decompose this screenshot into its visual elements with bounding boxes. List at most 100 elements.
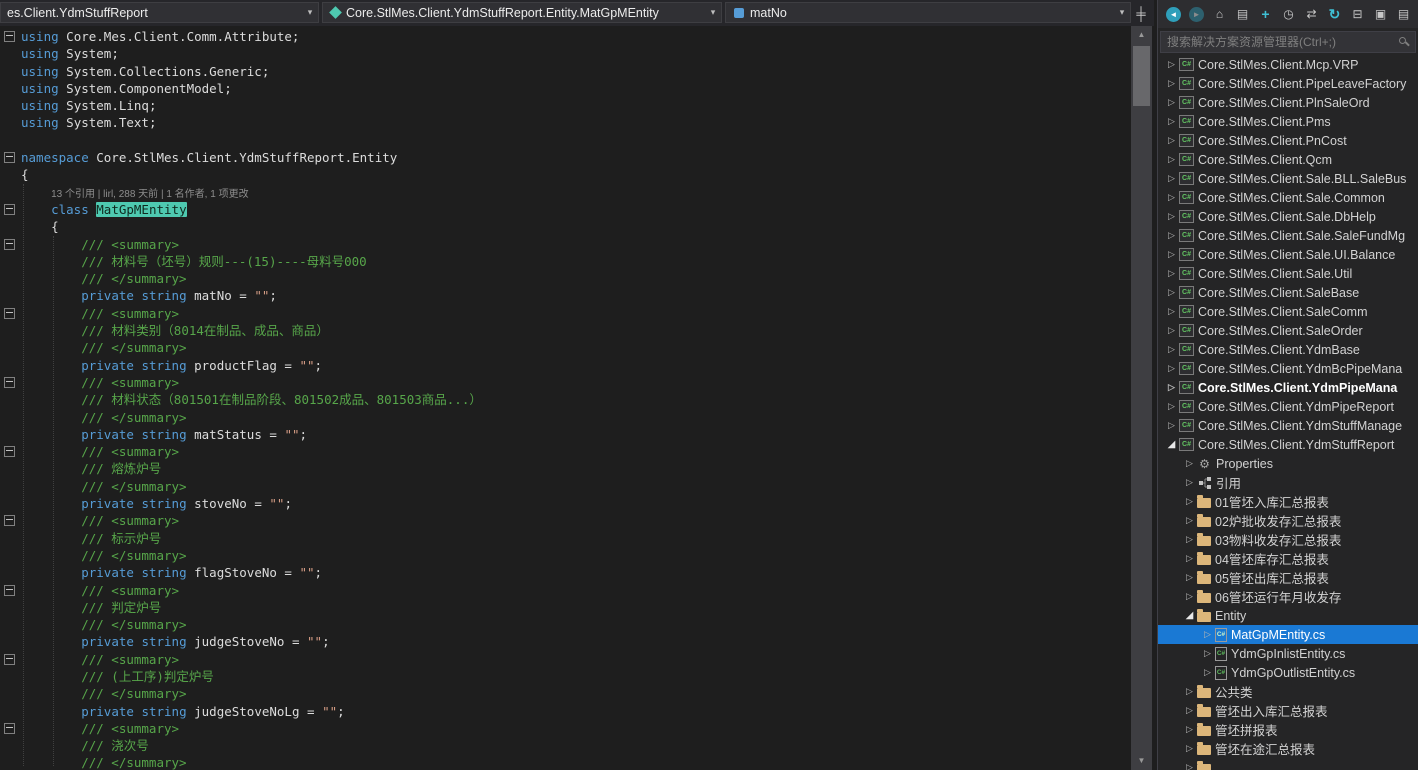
chevron-collapsed-icon[interactable]: ▷ xyxy=(1200,629,1215,640)
properties-icon[interactable]: ▤ xyxy=(1393,4,1414,24)
chevron-collapsed-icon[interactable]: ▷ xyxy=(1182,458,1197,469)
fold-collapse-icon[interactable] xyxy=(0,443,18,460)
forward-icon[interactable]: ► xyxy=(1189,7,1204,22)
tree-item-35[interactable]: ▷管坯拼报表 xyxy=(1158,720,1418,739)
tree-item-5[interactable]: ▷C#Core.StlMes.Client.Qcm xyxy=(1158,150,1418,169)
chevron-collapsed-icon[interactable]: ▷ xyxy=(1182,724,1197,735)
tree-item-7[interactable]: ▷C#Core.StlMes.Client.Sale.Common xyxy=(1158,188,1418,207)
chevron-collapsed-icon[interactable]: ▷ xyxy=(1182,553,1197,564)
tree-item-29[interactable]: ◢Entity xyxy=(1158,606,1418,625)
tree-item-30[interactable]: ▷C#MatGpMEntity.cs xyxy=(1158,625,1418,644)
fold-collapse-icon[interactable] xyxy=(0,28,18,45)
member-dropdown[interactable]: matNo ▾ xyxy=(725,2,1131,23)
chevron-collapsed-icon[interactable]: ▷ xyxy=(1182,686,1197,697)
refresh-icon[interactable]: ↻ xyxy=(1324,4,1345,24)
fold-collapse-icon[interactable] xyxy=(0,374,18,391)
show-all-files-icon[interactable]: ▣ xyxy=(1370,4,1391,24)
scrollbar-thumb[interactable] xyxy=(1133,46,1150,106)
chevron-collapsed-icon[interactable]: ▷ xyxy=(1164,344,1179,355)
tree-item-25[interactable]: ▷03物料收发存汇总报表 xyxy=(1158,530,1418,549)
tree-item-33[interactable]: ▷公共类 xyxy=(1158,682,1418,701)
tree-item-6[interactable]: ▷C#Core.StlMes.Client.Sale.BLL.SaleBus xyxy=(1158,169,1418,188)
tree-item-1[interactable]: ▷C#Core.StlMes.Client.PipeLeaveFactory xyxy=(1158,74,1418,93)
chevron-collapsed-icon[interactable]: ▷ xyxy=(1164,382,1179,393)
tree-item-27[interactable]: ▷05管坯出库汇总报表 xyxy=(1158,568,1418,587)
scroll-down-icon[interactable]: ▼ xyxy=(1131,754,1152,768)
chevron-expanded-icon[interactable]: ◢ xyxy=(1182,610,1197,621)
chevron-collapsed-icon[interactable]: ▷ xyxy=(1182,534,1197,545)
type-dropdown[interactable]: Core.StlMes.Client.YdmStuffReport.Entity… xyxy=(322,2,722,23)
chevron-collapsed-icon[interactable]: ▷ xyxy=(1200,667,1215,678)
fold-collapse-icon[interactable] xyxy=(0,305,18,322)
tree-item-9[interactable]: ▷C#Core.StlMes.Client.Sale.SaleFundMg xyxy=(1158,226,1418,245)
tree-item-19[interactable]: ▷C#Core.StlMes.Client.YdmStuffManage xyxy=(1158,416,1418,435)
code-editor[interactable]: using Core.Mes.Client.Comm.Attribute;usi… xyxy=(0,26,1130,770)
split-editor-icon[interactable]: ╪ xyxy=(1131,3,1151,23)
pending-changes-icon[interactable]: ◷ xyxy=(1278,4,1299,24)
tree-item-15[interactable]: ▷C#Core.StlMes.Client.YdmBase xyxy=(1158,340,1418,359)
project-dropdown[interactable]: es.Client.YdmStuffReport ▾ xyxy=(0,2,319,23)
new-view-icon[interactable]: + xyxy=(1255,4,1276,24)
fold-collapse-icon[interactable] xyxy=(0,149,18,166)
chevron-collapsed-icon[interactable]: ▷ xyxy=(1164,287,1179,298)
tree-item-11[interactable]: ▷C#Core.StlMes.Client.Sale.Util xyxy=(1158,264,1418,283)
chevron-collapsed-icon[interactable]: ▷ xyxy=(1164,78,1179,89)
chevron-collapsed-icon[interactable]: ▷ xyxy=(1164,230,1179,241)
chevron-collapsed-icon[interactable]: ▷ xyxy=(1182,496,1197,507)
chevron-expanded-icon[interactable]: ◢ xyxy=(1164,439,1179,450)
tree-item-34[interactable]: ▷管坯出入库汇总报表 xyxy=(1158,701,1418,720)
chevron-collapsed-icon[interactable]: ▷ xyxy=(1164,249,1179,260)
tree-item-28[interactable]: ▷06管坯运行年月收发存 xyxy=(1158,587,1418,606)
scroll-up-icon[interactable]: ▲ xyxy=(1131,28,1152,42)
chevron-collapsed-icon[interactable]: ▷ xyxy=(1200,648,1215,659)
chevron-collapsed-icon[interactable]: ▷ xyxy=(1164,420,1179,431)
fold-collapse-icon[interactable] xyxy=(0,201,18,218)
switch-views-icon[interactable]: ▤ xyxy=(1232,4,1253,24)
tree-item-21[interactable]: ▷⚙Properties xyxy=(1158,454,1418,473)
chevron-collapsed-icon[interactable]: ▷ xyxy=(1164,116,1179,127)
chevron-collapsed-icon[interactable]: ▷ xyxy=(1182,743,1197,754)
chevron-collapsed-icon[interactable]: ▷ xyxy=(1164,192,1179,203)
tree-item-4[interactable]: ▷C#Core.StlMes.Client.PnCost xyxy=(1158,131,1418,150)
fold-collapse-icon[interactable] xyxy=(0,582,18,599)
fold-collapse-icon[interactable] xyxy=(0,720,18,737)
chevron-collapsed-icon[interactable]: ▷ xyxy=(1164,325,1179,336)
chevron-collapsed-icon[interactable]: ▷ xyxy=(1182,591,1197,602)
chevron-collapsed-icon[interactable]: ▷ xyxy=(1164,173,1179,184)
chevron-collapsed-icon[interactable]: ▷ xyxy=(1182,477,1197,488)
tree-item-2[interactable]: ▷C#Core.StlMes.Client.PlnSaleOrd xyxy=(1158,93,1418,112)
chevron-collapsed-icon[interactable]: ▷ xyxy=(1164,154,1179,165)
tree-item-31[interactable]: ▷C#YdmGpInlistEntity.cs xyxy=(1158,644,1418,663)
collapse-all-icon[interactable]: ⊟ xyxy=(1347,4,1368,24)
chevron-collapsed-icon[interactable]: ▷ xyxy=(1164,401,1179,412)
tree-item-37[interactable]: ▷ xyxy=(1158,758,1418,770)
tree-item-18[interactable]: ▷C#Core.StlMes.Client.YdmPipeReport xyxy=(1158,397,1418,416)
tree-item-32[interactable]: ▷C#YdmGpOutlistEntity.cs xyxy=(1158,663,1418,682)
fold-collapse-icon[interactable] xyxy=(0,651,18,668)
tree-item-17[interactable]: ▷C#Core.StlMes.Client.YdmPipeMana xyxy=(1158,378,1418,397)
chevron-collapsed-icon[interactable]: ▷ xyxy=(1164,97,1179,108)
chevron-collapsed-icon[interactable]: ▷ xyxy=(1182,762,1197,770)
chevron-collapsed-icon[interactable]: ▷ xyxy=(1164,306,1179,317)
tree-item-22[interactable]: ▷引用 xyxy=(1158,473,1418,492)
tree-item-36[interactable]: ▷管坯在途汇总报表 xyxy=(1158,739,1418,758)
tree-item-26[interactable]: ▷04管坯库存汇总报表 xyxy=(1158,549,1418,568)
chevron-collapsed-icon[interactable]: ▷ xyxy=(1164,363,1179,374)
search-input[interactable] xyxy=(1161,35,1397,49)
tree-item-23[interactable]: ▷01管坯入库汇总报表 xyxy=(1158,492,1418,511)
tree-item-3[interactable]: ▷C#Core.StlMes.Client.Pms xyxy=(1158,112,1418,131)
chevron-collapsed-icon[interactable]: ▷ xyxy=(1182,705,1197,716)
home-icon[interactable]: ⌂ xyxy=(1209,4,1230,24)
chevron-collapsed-icon[interactable]: ▷ xyxy=(1164,135,1179,146)
chevron-collapsed-icon[interactable]: ▷ xyxy=(1182,515,1197,526)
back-icon[interactable]: ◄ xyxy=(1166,7,1181,22)
chevron-collapsed-icon[interactable]: ▷ xyxy=(1164,59,1179,70)
fold-collapse-icon[interactable] xyxy=(0,236,18,253)
chevron-collapsed-icon[interactable]: ▷ xyxy=(1182,572,1197,583)
chevron-collapsed-icon[interactable]: ▷ xyxy=(1164,268,1179,279)
tree-item-0[interactable]: ▷C#Core.StlMes.Client.Mcp.VRP xyxy=(1158,55,1418,74)
fold-collapse-icon[interactable] xyxy=(0,512,18,529)
tree-item-12[interactable]: ▷C#Core.StlMes.Client.SaleBase xyxy=(1158,283,1418,302)
tree-item-16[interactable]: ▷C#Core.StlMes.Client.YdmBcPipeMana xyxy=(1158,359,1418,378)
tree-item-8[interactable]: ▷C#Core.StlMes.Client.Sale.DbHelp xyxy=(1158,207,1418,226)
